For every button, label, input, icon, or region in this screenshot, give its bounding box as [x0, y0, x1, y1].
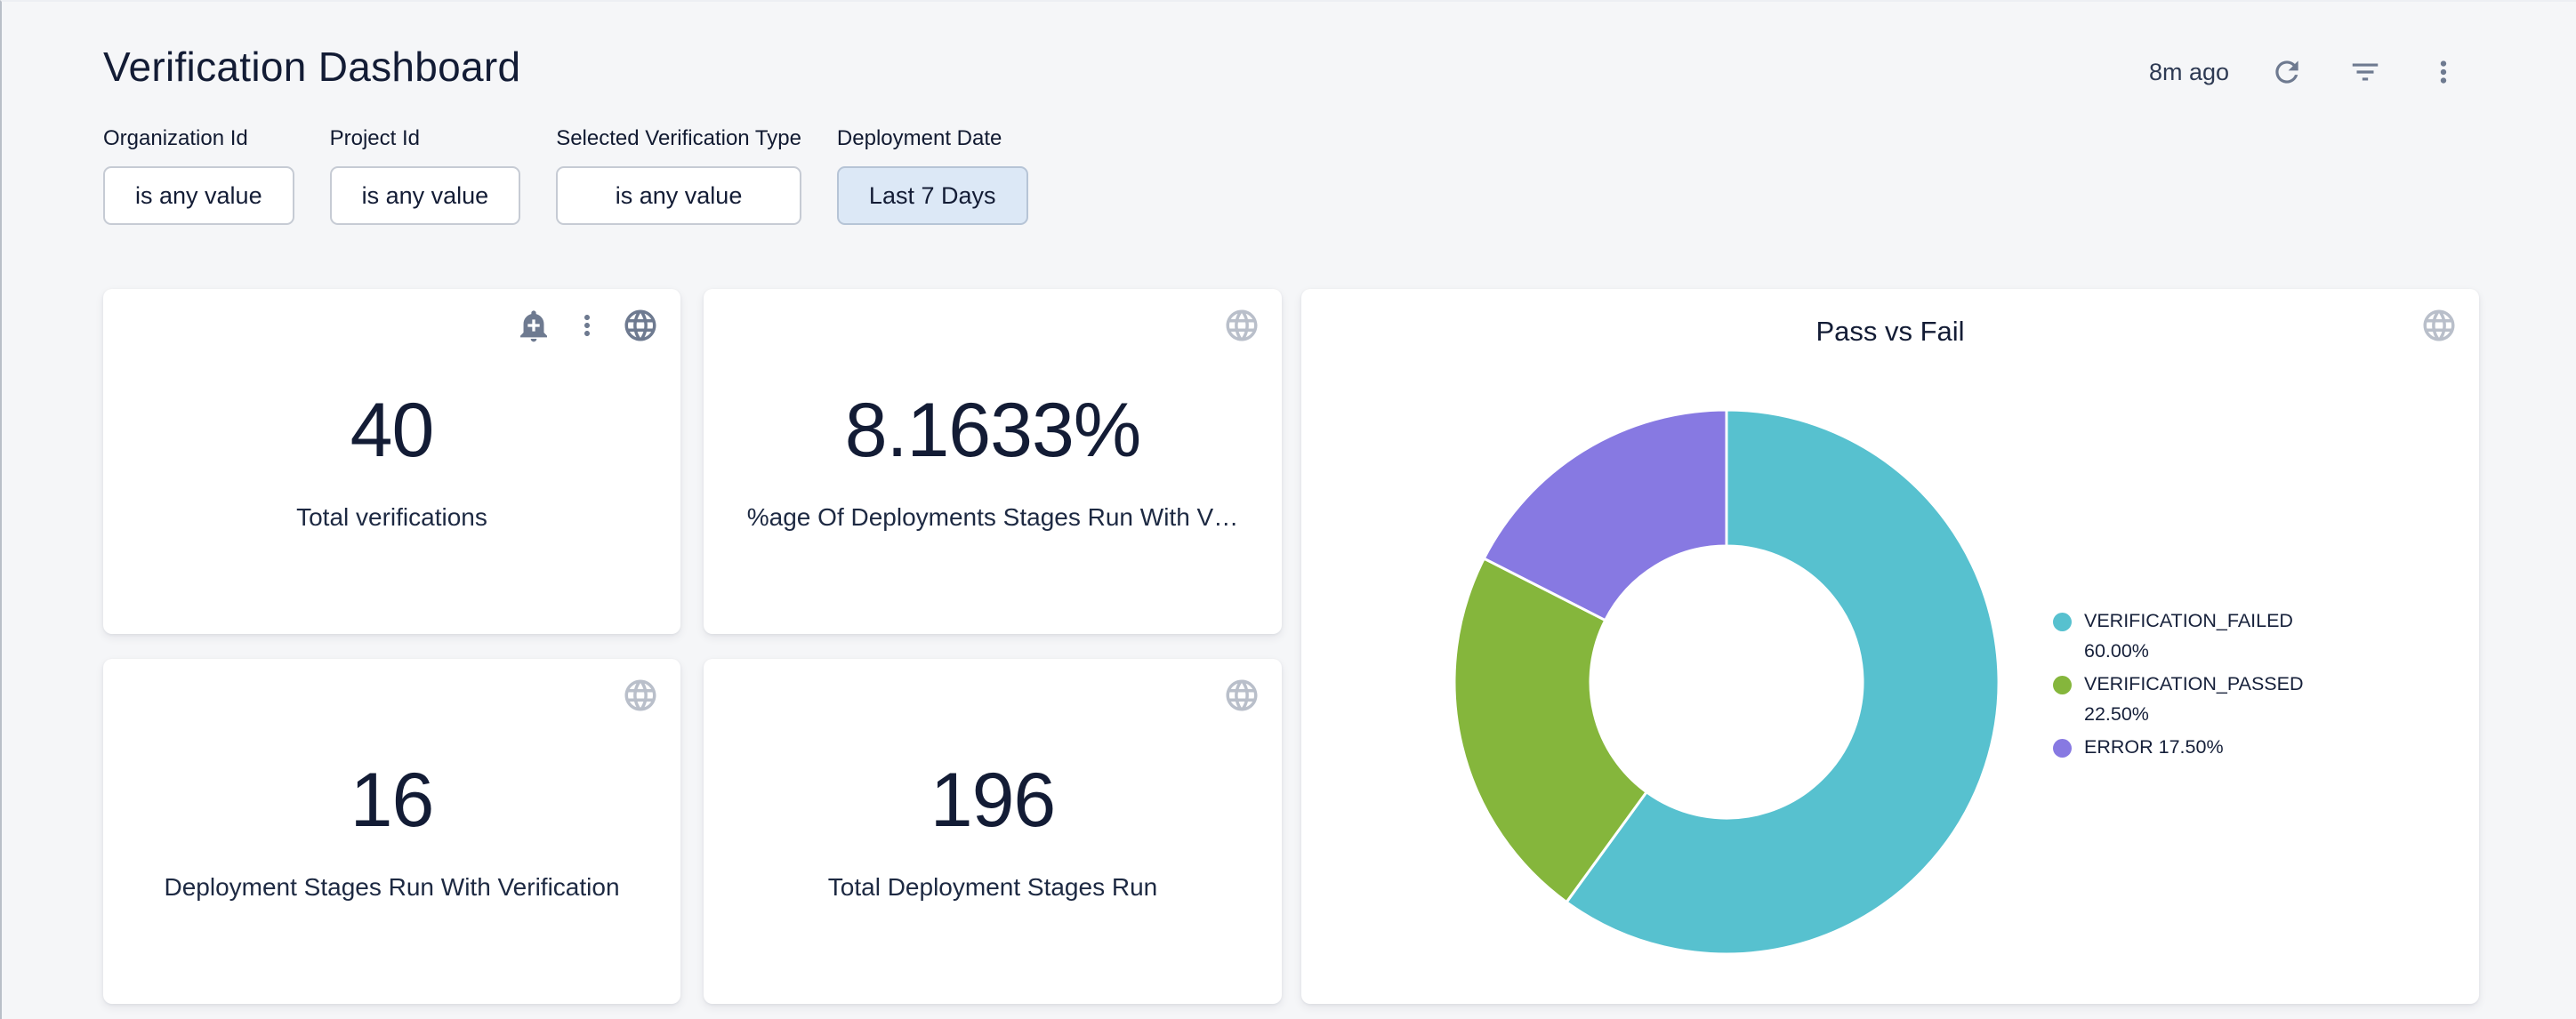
- stat-label: Total verifications: [296, 503, 487, 532]
- stat-content: 40 Total verifications: [103, 289, 680, 634]
- stat-value: 40: [350, 387, 434, 475]
- stat-tile-pct-deployment-stages: 8.1633% %age Of Deployments Stages Run W…: [704, 289, 1282, 634]
- filter-label: Project Id: [330, 126, 521, 151]
- page-title: Verification Dashboard: [103, 43, 520, 91]
- stat-tile-total-stages-run: 196 Total Deployment Stages Run: [704, 659, 1282, 1004]
- filter-bar: Organization Id is any value Project Id …: [103, 126, 1028, 225]
- header-actions: 8m ago: [2149, 52, 2464, 92]
- filter-group-deployment-date: Deployment Date Last 7 Days: [837, 126, 1028, 225]
- stat-label: %age Of Deployments Stages Run With V…: [747, 503, 1238, 532]
- filter-value-button-deployment-date[interactable]: Last 7 Days: [837, 166, 1028, 225]
- chart-title: Pass vs Fail: [1301, 316, 2479, 348]
- filter-group-organization-id: Organization Id is any value: [103, 126, 294, 225]
- filter-value-button-project-id[interactable]: is any value: [330, 166, 521, 225]
- donut-chart-svg: [1442, 397, 2011, 967]
- legend-label: ERROR 17.50%: [2084, 732, 2224, 762]
- legend-item-verification-failed[interactable]: VERIFICATION_FAILED 60.00%: [2053, 606, 2326, 666]
- globe-icon: [2420, 307, 2458, 344]
- stat-content: 196 Total Deployment Stages Run: [704, 659, 1282, 1004]
- filter-group-verification-type: Selected Verification Type is any value: [556, 126, 801, 225]
- refresh-icon: [2270, 55, 2304, 89]
- legend-item-verification-passed[interactable]: VERIFICATION_PASSED 22.50%: [2053, 669, 2326, 729]
- filter-label: Deployment Date: [837, 126, 1028, 151]
- dashboard-filters-toggle-button[interactable]: [2345, 52, 2386, 92]
- filter-group-project-id: Project Id is any value: [330, 126, 521, 225]
- global-filter-indicator: [2420, 307, 2458, 344]
- stat-value: 16: [350, 757, 434, 845]
- legend-label: VERIFICATION_FAILED 60.00%: [2084, 606, 2326, 666]
- stat-label: Deployment Stages Run With Verification: [164, 873, 619, 902]
- tile-actions: [2420, 307, 2458, 344]
- stat-value: 8.1633%: [845, 387, 1141, 475]
- filter-label: Selected Verification Type: [556, 126, 801, 151]
- legend-swatch: [2053, 613, 2072, 631]
- pie-tile-pass-vs-fail: Pass vs Fail VERIFICATION_FAILED 60.00% …: [1301, 289, 2479, 1004]
- donut-chart[interactable]: [1442, 397, 2011, 967]
- filter-label: Organization Id: [103, 126, 294, 151]
- refresh-button[interactable]: [2266, 52, 2307, 92]
- kebab-menu-icon: [2427, 55, 2460, 89]
- legend-swatch: [2053, 676, 2072, 694]
- stat-label: Total Deployment Stages Run: [828, 873, 1157, 902]
- legend-label: VERIFICATION_PASSED 22.50%: [2084, 669, 2326, 729]
- filter-value-button-organization-id[interactable]: is any value: [103, 166, 294, 225]
- stat-tile-stages-with-verification: 16 Deployment Stages Run With Verificati…: [103, 659, 680, 1004]
- dashboard-more-options-button[interactable]: [2423, 52, 2464, 92]
- filter-value-button-verification-type[interactable]: is any value: [556, 166, 801, 225]
- legend-item-error[interactable]: ERROR 17.50%: [2053, 732, 2326, 762]
- chart-legend: VERIFICATION_FAILED 60.00% VERIFICATION_…: [2053, 606, 2326, 762]
- last-refreshed-text: 8m ago: [2149, 59, 2229, 86]
- stat-content: 16 Deployment Stages Run With Verificati…: [103, 659, 680, 1004]
- dashboard-page: Verification Dashboard 8m ago Organizati…: [0, 0, 2576, 1019]
- legend-swatch: [2053, 739, 2072, 758]
- stat-content: 8.1633% %age Of Deployments Stages Run W…: [704, 289, 1282, 634]
- stat-value: 196: [930, 757, 1056, 845]
- stat-tile-total-verifications: 40 Total verifications: [103, 289, 680, 634]
- filter-list-icon: [2348, 55, 2382, 89]
